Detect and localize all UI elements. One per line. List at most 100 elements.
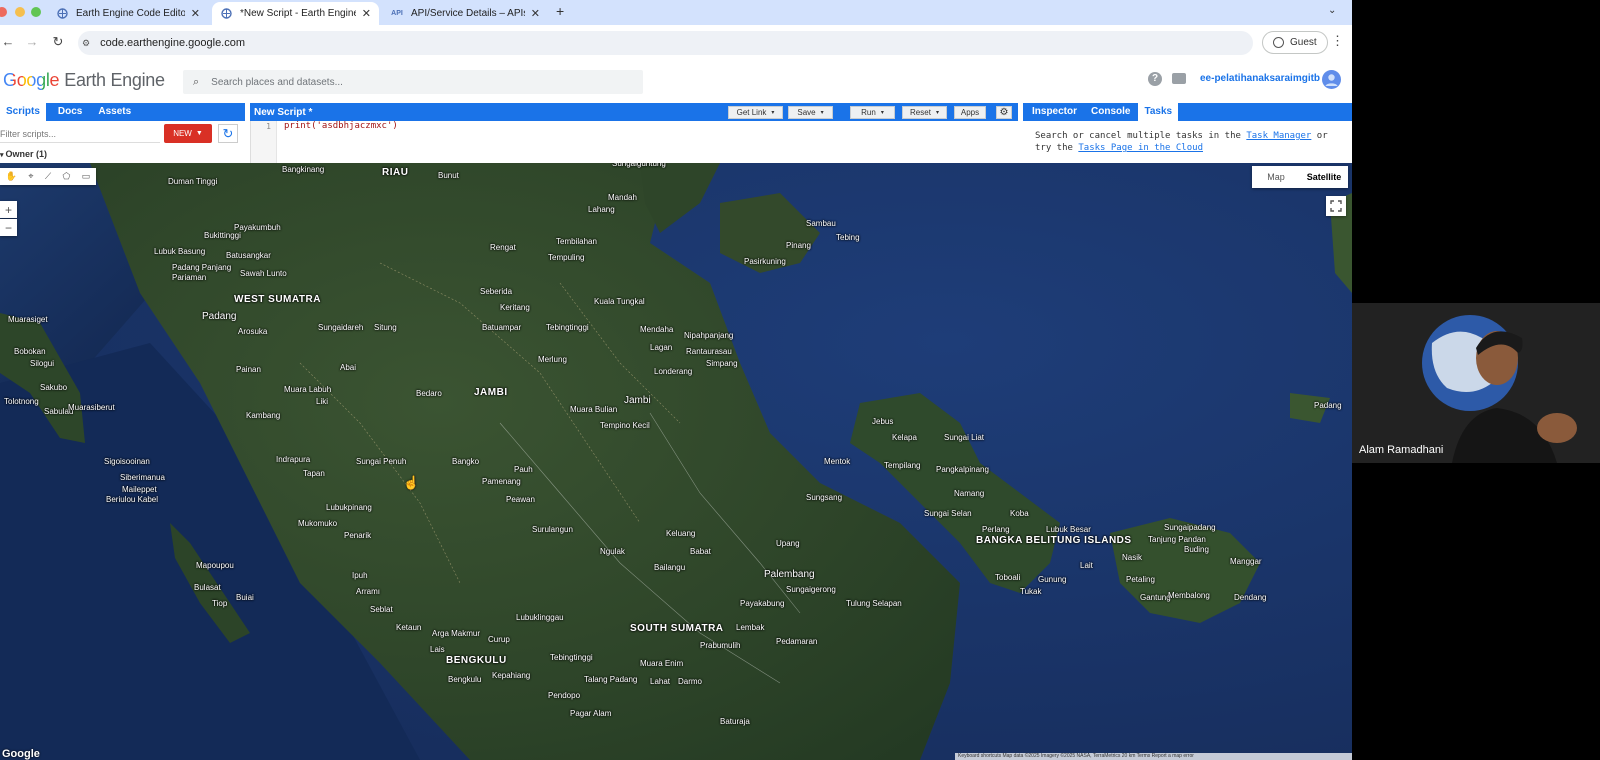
tab-inspector[interactable]: Inspector bbox=[1026, 103, 1083, 121]
map-place-label: Tapan bbox=[303, 469, 325, 478]
run-button[interactable]: Run ▾ bbox=[850, 106, 895, 119]
earth-engine-header: Google Earth Engine ⌕ Search places and d… bbox=[0, 59, 1352, 102]
pan-hand-icon[interactable]: ✋ bbox=[6, 171, 17, 182]
tab-console[interactable]: Console bbox=[1085, 103, 1136, 121]
project-name[interactable]: ee-pelatihanaksaraimgitb bbox=[1200, 73, 1320, 84]
map-place-label: Silogui bbox=[30, 359, 55, 368]
fullscreen-icon[interactable] bbox=[1326, 196, 1346, 216]
reload-icon[interactable]: ↻ bbox=[48, 34, 68, 50]
map-place-label: Surulangun bbox=[532, 525, 573, 534]
map-place-label: Maileppet bbox=[122, 485, 157, 494]
minimize-window-button[interactable] bbox=[15, 7, 25, 17]
map-place-label: Muara Labuh bbox=[284, 385, 332, 394]
tab-assets[interactable]: Assets bbox=[92, 103, 137, 121]
map-place-label: JAMBI bbox=[474, 387, 508, 398]
filter-scripts-input[interactable]: Filter scripts... bbox=[0, 125, 160, 143]
map-place-label: Padang Panjang bbox=[172, 263, 232, 272]
reset-button[interactable]: Reset ▾ bbox=[902, 106, 947, 119]
map-place-label: Bengkulu bbox=[448, 675, 482, 684]
help-icon[interactable]: ? bbox=[1148, 72, 1162, 86]
site-info-icon[interactable]: ⚙ bbox=[82, 38, 90, 49]
save-button[interactable]: Save ▾ bbox=[788, 106, 833, 119]
map-place-label: Bailangu bbox=[654, 563, 686, 572]
map-place-label: Pangkalpinang bbox=[936, 465, 989, 474]
back-arrow-icon[interactable]: ← bbox=[0, 34, 18, 49]
map-place-label: Sungaiguntung bbox=[612, 163, 666, 168]
tab-close-icon[interactable]: ✕ bbox=[362, 7, 371, 20]
new-tab-button[interactable]: + bbox=[556, 3, 564, 19]
tasks-panel: Search or cancel multiple tasks in the T… bbox=[1023, 121, 1352, 163]
map-place-label: Merlung bbox=[538, 355, 567, 364]
map-place-label: Payakumbuh bbox=[234, 223, 281, 232]
owner-folder[interactable]: ▾ Owner (1) bbox=[0, 149, 47, 159]
tab-search-chevron-icon[interactable]: ⌄ bbox=[1328, 5, 1336, 16]
map-place-label: Mendaha bbox=[640, 325, 674, 334]
code-editor[interactable]: 1 print('asdbhjaczmxc') bbox=[250, 121, 1018, 163]
map-place-label: Lait bbox=[1080, 561, 1093, 570]
map-place-label: Lubukpinang bbox=[326, 503, 372, 512]
reset-label: Reset bbox=[910, 108, 931, 117]
map-place-label: Sungai Penuh bbox=[356, 457, 407, 466]
map-place-label: Tiop bbox=[212, 599, 228, 608]
url-field[interactable]: ⚙ code.earthengine.google.com bbox=[78, 31, 1253, 55]
search-places-input[interactable]: ⌕ Search places and datasets... bbox=[183, 70, 643, 94]
new-script-button[interactable]: NEW ▼ bbox=[164, 124, 212, 143]
map-place-label: SOUTH SUMATRA bbox=[630, 623, 724, 634]
search-placeholder: Search places and datasets... bbox=[211, 76, 343, 88]
tab-scripts[interactable]: Scripts bbox=[0, 103, 46, 121]
map-place-label: Tembilahan bbox=[556, 237, 597, 246]
avatar[interactable] bbox=[1322, 70, 1341, 89]
map-place-label: Lubuklinggau bbox=[516, 613, 564, 622]
task-manager-link[interactable]: Task Manager bbox=[1246, 131, 1311, 141]
polygon-tool-icon[interactable]: ⬠ bbox=[63, 171, 71, 182]
map-place-label: Gantung bbox=[1140, 593, 1171, 602]
map-place-label: Rengat bbox=[490, 243, 516, 252]
map-place-label: Mapoupou bbox=[196, 561, 234, 570]
map-canvas[interactable]: RIAU Duman Tinggi Bangkinang Bunut Mandah Sun… bbox=[0, 163, 1352, 760]
maximize-window-button[interactable] bbox=[31, 7, 41, 17]
tab-bar: Earth Engine Code Editor ✕ *New Script -… bbox=[0, 0, 1352, 25]
tab-tasks[interactable]: Tasks bbox=[1138, 103, 1179, 121]
zoom-in-button[interactable]: + bbox=[0, 201, 17, 218]
apps-button[interactable]: Apps bbox=[954, 106, 986, 119]
map-type-satellite-button[interactable]: Satellite bbox=[1300, 172, 1348, 182]
earth-engine-logo[interactable]: Google Earth Engine bbox=[3, 70, 165, 91]
forward-arrow-icon[interactable]: → bbox=[22, 34, 42, 49]
tab-docs[interactable]: Docs bbox=[52, 103, 88, 121]
search-icon: ⌕ bbox=[193, 75, 200, 88]
script-title: New Script * bbox=[254, 106, 313, 118]
browser-tab-api-service[interactable]: API API/Service Details – APIs & S ✕ bbox=[383, 2, 548, 25]
map-place-label: Kepahiang bbox=[492, 671, 531, 680]
tab-close-icon[interactable]: ✕ bbox=[191, 7, 200, 20]
tasks-page-link[interactable]: Tasks Page in the Cloud bbox=[1078, 143, 1203, 153]
refresh-icon[interactable]: ↻ bbox=[218, 124, 238, 143]
map-place-label: Kelapa bbox=[892, 433, 917, 442]
browser-tab-new-script[interactable]: *New Script - Earth Engine Co ✕ bbox=[212, 2, 379, 25]
map-place-label: Muarasiberut bbox=[68, 403, 115, 412]
close-window-button[interactable] bbox=[0, 7, 7, 17]
get-link-button[interactable]: Get Link ▾ bbox=[728, 106, 783, 119]
map-place-label: Toboali bbox=[995, 573, 1021, 582]
map-place-label: Nipahpanjang bbox=[684, 331, 734, 340]
browser-tab-code-editor[interactable]: Earth Engine Code Editor ✕ bbox=[48, 2, 208, 25]
browser-menu-icon[interactable]: ⋮ bbox=[1331, 33, 1344, 49]
tab-close-icon[interactable]: ✕ bbox=[531, 7, 540, 20]
feedback-icon[interactable] bbox=[1172, 73, 1186, 84]
settings-gear-icon[interactable]: ⚙ bbox=[996, 106, 1012, 119]
map-place-label: WEST SUMATRA bbox=[234, 294, 321, 305]
map-place-label: Abai bbox=[340, 363, 357, 372]
get-link-label: Get Link bbox=[736, 108, 767, 117]
tab-title: Earth Engine Code Editor bbox=[76, 8, 185, 19]
map-place-label: Bangkinang bbox=[282, 165, 325, 174]
marker-icon[interactable]: ⌖ bbox=[28, 171, 33, 182]
map-place-label: Sigoisooinan bbox=[104, 457, 150, 466]
guest-profile-button[interactable]: Guest bbox=[1262, 31, 1328, 54]
map-type-map-button[interactable]: Map bbox=[1252, 172, 1300, 182]
line-tool-icon[interactable]: ⟋ bbox=[45, 171, 51, 182]
person-icon bbox=[1273, 37, 1284, 48]
map-place-label: Rantaurasau bbox=[686, 347, 732, 356]
rectangle-tool-icon[interactable]: ▭ bbox=[82, 171, 91, 182]
map-place-label: Pendopo bbox=[548, 691, 581, 700]
zoom-out-button[interactable]: − bbox=[0, 219, 17, 236]
code-line[interactable]: print('asdbhjaczmxc') bbox=[284, 121, 398, 131]
